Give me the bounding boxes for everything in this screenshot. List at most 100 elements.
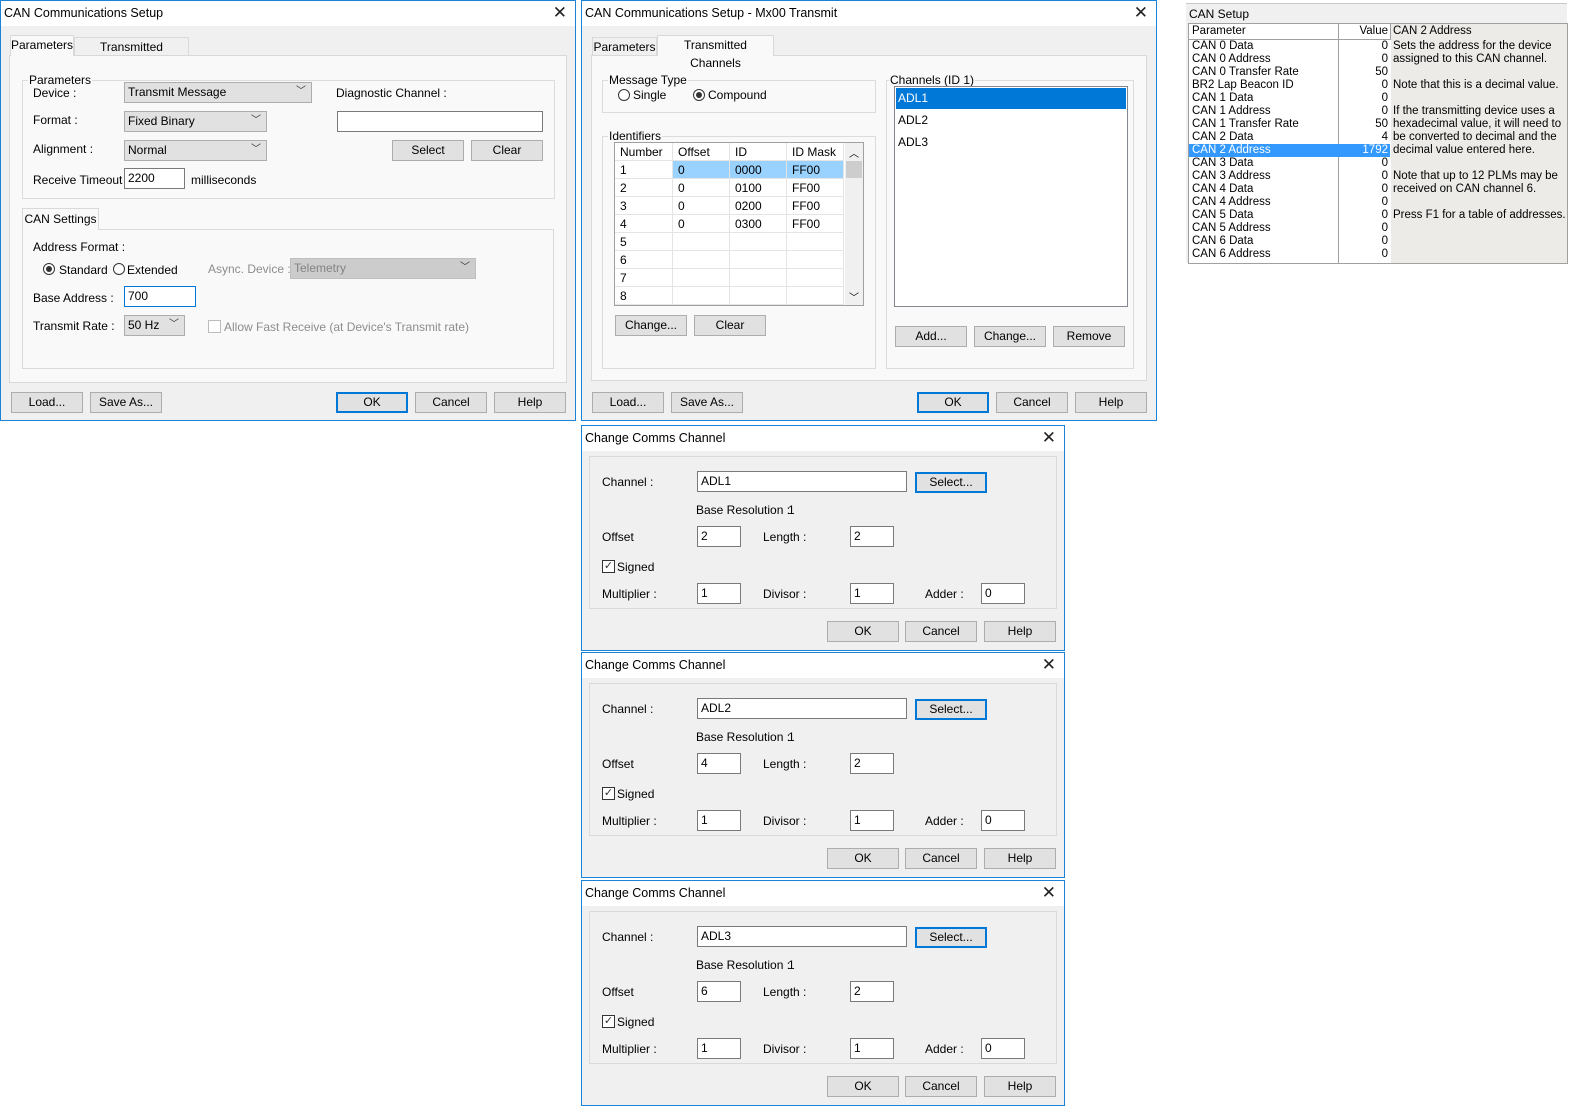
- divisor-input[interactable]: 1: [850, 810, 894, 831]
- cancel-button[interactable]: Cancel: [905, 1076, 977, 1097]
- multiplier-input[interactable]: 1: [697, 810, 741, 831]
- offset-input[interactable]: 2: [697, 526, 741, 547]
- single-radio[interactable]: [618, 89, 630, 101]
- adder-input[interactable]: 0: [981, 810, 1025, 831]
- parameter-row[interactable]: CAN 1 Data 0: [1189, 92, 1390, 105]
- grid-cell-id[interactable]: [730, 269, 787, 287]
- grid-cell-number[interactable]: 6: [615, 251, 673, 269]
- grid-cell-id-mask[interactable]: FF00: [787, 179, 844, 197]
- parameter-table[interactable]: Parameter Value CAN 2 Address Sets the a…: [1188, 23, 1568, 264]
- remove-channel-button[interactable]: Remove: [1053, 326, 1125, 347]
- grid-cell-id[interactable]: 0100: [730, 179, 787, 197]
- select-button[interactable]: Select: [392, 140, 464, 161]
- format-select[interactable]: Fixed Binary ﹀: [124, 111, 267, 132]
- grid-cell-id-mask[interactable]: [787, 233, 844, 251]
- select-channel-button[interactable]: Select...: [915, 472, 987, 493]
- identifiers-grid[interactable]: ︿ ﹀ Number Offset ID ID Mask 1 0 0000 FF00 2 0 010…: [614, 142, 864, 306]
- grid-cell-id[interactable]: [730, 233, 787, 251]
- transmit-rate-select[interactable]: 50 Hz ﹀: [124, 315, 185, 336]
- identifier-change-button[interactable]: Change...: [615, 315, 687, 336]
- grid-cell-id[interactable]: 0200: [730, 197, 787, 215]
- grid-cell-offset[interactable]: [673, 233, 730, 251]
- column-header-id-mask[interactable]: ID Mask: [787, 143, 844, 161]
- channel-input[interactable]: ADL1: [697, 471, 907, 492]
- column-header-offset[interactable]: Offset: [673, 143, 730, 161]
- ok-button[interactable]: OK: [827, 848, 899, 869]
- ok-button[interactable]: OK: [336, 392, 408, 413]
- standard-radio[interactable]: [43, 263, 55, 275]
- close-icon[interactable]: ✕: [1134, 3, 1148, 23]
- grid-cell-number[interactable]: 4: [615, 215, 673, 233]
- parameter-row[interactable]: CAN 3 Address 0: [1189, 170, 1390, 183]
- grid-cell-number[interactable]: 5: [615, 233, 673, 251]
- grid-cell-number[interactable]: 1: [615, 161, 673, 179]
- grid-cell-id-mask[interactable]: [787, 251, 844, 269]
- grid-cell-offset[interactable]: 0: [673, 161, 730, 179]
- channel-list-item[interactable]: ADL3: [896, 132, 1126, 153]
- parameter-row[interactable]: CAN 1 Address 0: [1189, 105, 1390, 118]
- add-channel-button[interactable]: Add...: [895, 326, 967, 347]
- identifier-clear-button[interactable]: Clear: [694, 315, 766, 336]
- offset-input[interactable]: 4: [697, 753, 741, 774]
- cancel-button[interactable]: Cancel: [415, 392, 487, 413]
- base-address-input[interactable]: 700: [124, 286, 196, 307]
- offset-input[interactable]: 6: [697, 981, 741, 1002]
- device-select[interactable]: Transmit Message ﹀: [124, 82, 312, 103]
- save-as-button[interactable]: Save As...: [90, 392, 162, 413]
- channel-list-item[interactable]: ADL2: [896, 110, 1126, 131]
- grid-cell-offset[interactable]: [673, 287, 730, 305]
- multiplier-input[interactable]: 1: [697, 583, 741, 604]
- save-as-button[interactable]: Save As...: [671, 392, 743, 413]
- parameter-row[interactable]: CAN 0 Transfer Rate 50: [1189, 66, 1390, 79]
- divisor-input[interactable]: 1: [850, 583, 894, 604]
- column-header-id[interactable]: ID: [730, 143, 787, 161]
- tab-parameters[interactable]: Parameters: [592, 37, 657, 56]
- grid-cell-offset[interactable]: 0: [673, 179, 730, 197]
- help-button[interactable]: Help: [984, 1076, 1056, 1097]
- grid-cell-id[interactable]: 0300: [730, 215, 787, 233]
- fast-receive-checkbox[interactable]: [208, 320, 221, 333]
- parameter-row[interactable]: CAN 6 Data 0: [1189, 235, 1390, 248]
- parameter-row[interactable]: CAN 2 Address 1792: [1189, 144, 1390, 157]
- parameter-row[interactable]: CAN 6 Address 0: [1189, 248, 1390, 261]
- grid-cell-id[interactable]: 0000: [730, 161, 787, 179]
- ok-button[interactable]: OK: [917, 392, 989, 413]
- load-button[interactable]: Load...: [11, 392, 83, 413]
- grid-cell-id-mask[interactable]: FF00: [787, 215, 844, 233]
- signed-checkbox[interactable]: ✓: [602, 787, 615, 800]
- grid-cell-id[interactable]: [730, 251, 787, 269]
- grid-cell-offset[interactable]: 0: [673, 215, 730, 233]
- help-button[interactable]: Help: [984, 848, 1056, 869]
- parameter-row[interactable]: BR2 Lap Beacon ID 0: [1189, 79, 1390, 92]
- receive-timeout-input[interactable]: 2200: [124, 168, 185, 189]
- grid-cell-offset[interactable]: [673, 251, 730, 269]
- parameter-row[interactable]: CAN 4 Data 0: [1189, 183, 1390, 196]
- channels-listbox[interactable]: ADL1 ADL2 ADL3: [894, 86, 1128, 307]
- channel-input[interactable]: ADL2: [697, 698, 907, 719]
- close-icon[interactable]: ✕: [1042, 883, 1056, 903]
- grid-cell-id-mask[interactable]: FF00: [787, 197, 844, 215]
- parameter-row[interactable]: CAN 5 Data 0: [1189, 209, 1390, 222]
- load-button[interactable]: Load...: [592, 392, 664, 413]
- select-channel-button[interactable]: Select...: [915, 927, 987, 948]
- close-icon[interactable]: ✕: [1042, 428, 1056, 448]
- divisor-input[interactable]: 1: [850, 1038, 894, 1059]
- parameter-row[interactable]: CAN 0 Address 0: [1189, 53, 1390, 66]
- help-button[interactable]: Help: [494, 392, 566, 413]
- compound-radio[interactable]: [693, 89, 705, 101]
- ok-button[interactable]: OK: [827, 1076, 899, 1097]
- adder-input[interactable]: 0: [981, 583, 1025, 604]
- grid-cell-id[interactable]: [730, 287, 787, 305]
- grid-cell-offset[interactable]: 0: [673, 197, 730, 215]
- channel-input[interactable]: ADL3: [697, 926, 907, 947]
- grid-cell-id-mask[interactable]: [787, 269, 844, 287]
- diagnostic-channel-input[interactable]: [337, 111, 543, 132]
- grid-cell-offset[interactable]: [673, 269, 730, 287]
- column-header-number[interactable]: Number: [615, 143, 673, 161]
- alignment-select[interactable]: Normal ﹀: [124, 140, 267, 161]
- cancel-button[interactable]: Cancel: [996, 392, 1068, 413]
- grid-cell-number[interactable]: 2: [615, 179, 673, 197]
- channel-list-item[interactable]: ADL1: [896, 88, 1126, 109]
- scroll-up-icon[interactable]: ︿: [849, 145, 859, 160]
- signed-checkbox[interactable]: ✓: [602, 1015, 615, 1028]
